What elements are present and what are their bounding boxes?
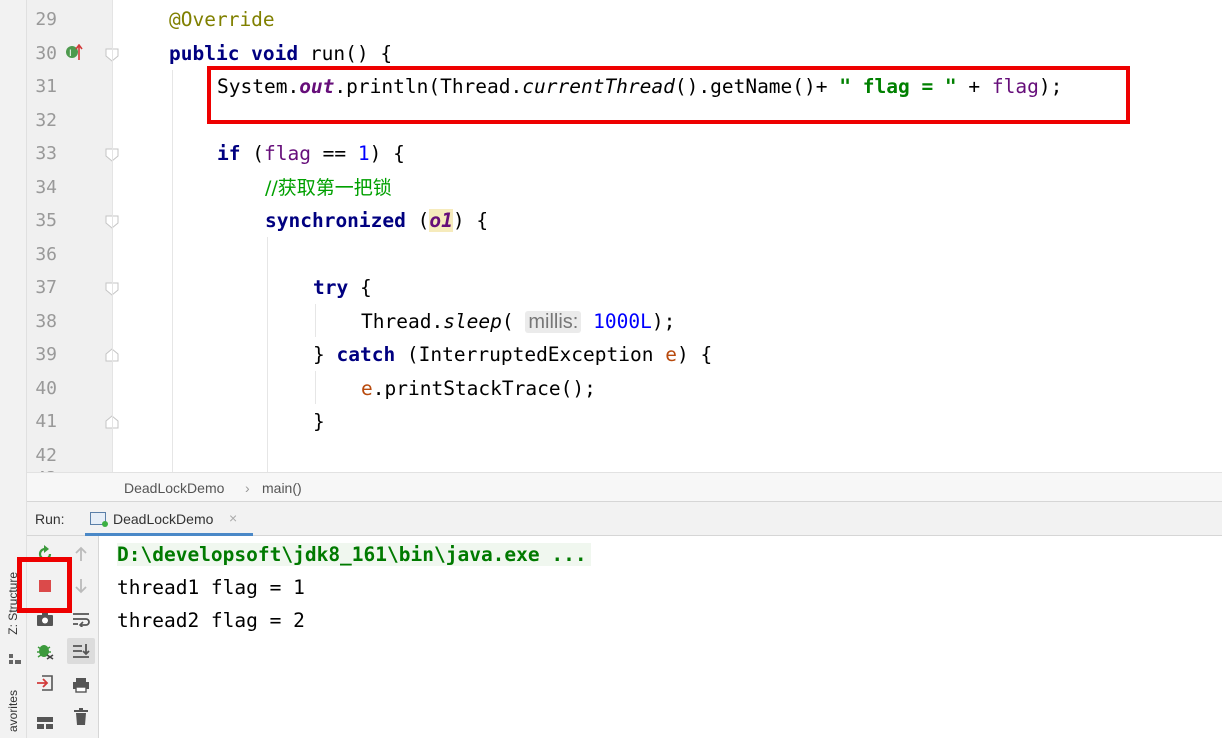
line-number: 39 bbox=[35, 344, 57, 365]
favorites-tool-tab[interactable]: avorites bbox=[6, 690, 20, 732]
line-number: 32 bbox=[35, 109, 57, 131]
run-tab-label: DeadLockDemo bbox=[113, 511, 214, 527]
line-number: 34 bbox=[35, 176, 57, 198]
close-icon[interactable]: × bbox=[229, 510, 237, 526]
print-icon[interactable] bbox=[70, 674, 92, 696]
debug-icon[interactable] bbox=[34, 640, 56, 662]
indent-guide bbox=[315, 304, 316, 337]
console-line: thread2 flag = 2 bbox=[117, 609, 305, 632]
console-output[interactable]: D:\developsoft\jdk8_161\bin\java.exe ...… bbox=[99, 536, 1222, 738]
breadcrumb-separator: › bbox=[245, 480, 250, 496]
console-line: thread1 flag = 1 bbox=[117, 576, 305, 599]
annotation: @Override bbox=[169, 8, 275, 31]
parameter-hint: millis: bbox=[525, 310, 582, 333]
line-number: 43 bbox=[27, 462, 57, 472]
up-arrow-icon[interactable] bbox=[70, 543, 92, 565]
svg-text:I: I bbox=[69, 49, 72, 59]
line-number: 33 bbox=[35, 143, 57, 164]
code-line-37: try { bbox=[313, 276, 372, 299]
breadcrumb: DeadLockDemo › main() bbox=[27, 472, 1222, 502]
left-tool-strip: Z: Structure avorites bbox=[0, 0, 27, 738]
code-line-41: } bbox=[313, 410, 325, 433]
line-number: 37 bbox=[35, 277, 57, 298]
code-line-34: //获取第一把锁 bbox=[265, 171, 392, 205]
indent-guide bbox=[315, 371, 316, 404]
indent-guide bbox=[172, 70, 173, 472]
line-number-gutter: 29 30 31 32 33 34 35 36 37 38 39 40 41 4… bbox=[27, 0, 119, 472]
favorites-tab-label: avorites bbox=[6, 690, 20, 733]
console-line-command: D:\developsoft\jdk8_161\bin\java.exe ... bbox=[117, 538, 591, 571]
gutter-separator bbox=[112, 0, 113, 472]
run-panel-header: Run: DeadLockDemo × bbox=[27, 502, 1222, 536]
code-line-29: @Override bbox=[169, 3, 275, 37]
breadcrumb-item-class[interactable]: DeadLockDemo bbox=[124, 480, 224, 496]
override-method-icon[interactable]: I bbox=[65, 43, 85, 62]
line-number: 30 bbox=[35, 42, 57, 64]
code-line-30: public void run() { bbox=[169, 41, 393, 65]
code-line-35: synchronized (o1) { bbox=[265, 209, 489, 232]
line-number: 40 bbox=[35, 377, 57, 399]
highlight-box-stop bbox=[17, 557, 72, 613]
run-label: Run: bbox=[35, 511, 65, 527]
run-config-icon bbox=[90, 512, 108, 527]
line-number: 36 bbox=[35, 243, 57, 265]
run-tab-deadlockdemo[interactable]: DeadLockDemo × bbox=[85, 502, 253, 536]
line-number: 41 bbox=[35, 411, 57, 432]
layout-icon[interactable] bbox=[34, 712, 56, 734]
code-line-40: e.printStackTrace(); bbox=[361, 376, 596, 400]
line-number: 31 bbox=[35, 76, 57, 97]
code-comment: //获取第一把锁 bbox=[265, 176, 392, 199]
line-number: 38 bbox=[35, 310, 57, 332]
line-number: 29 bbox=[35, 9, 57, 30]
scroll-to-end-icon[interactable] bbox=[67, 638, 95, 664]
code-line-38: Thread.sleep( millis: 1000L); bbox=[361, 309, 676, 333]
highlight-box-println bbox=[207, 66, 1130, 124]
indent-guide bbox=[267, 237, 268, 472]
code-line-33: if (flag == 1) { bbox=[217, 142, 405, 165]
line-number: 35 bbox=[35, 210, 57, 231]
breadcrumb-item-method[interactable]: main() bbox=[262, 480, 302, 496]
trash-icon[interactable] bbox=[70, 706, 92, 728]
soft-wrap-icon[interactable] bbox=[70, 608, 92, 630]
down-arrow-icon[interactable] bbox=[70, 575, 92, 597]
code-line-39: } catch (InterruptedException e) { bbox=[313, 343, 713, 366]
code-editor[interactable]: 29 30 31 32 33 34 35 36 37 38 39 40 41 4… bbox=[27, 0, 1222, 472]
console-command-text[interactable]: D:\developsoft\jdk8_161\bin\java.exe ... bbox=[117, 543, 591, 566]
structure-icon bbox=[9, 651, 21, 664]
exit-icon[interactable] bbox=[34, 672, 56, 694]
